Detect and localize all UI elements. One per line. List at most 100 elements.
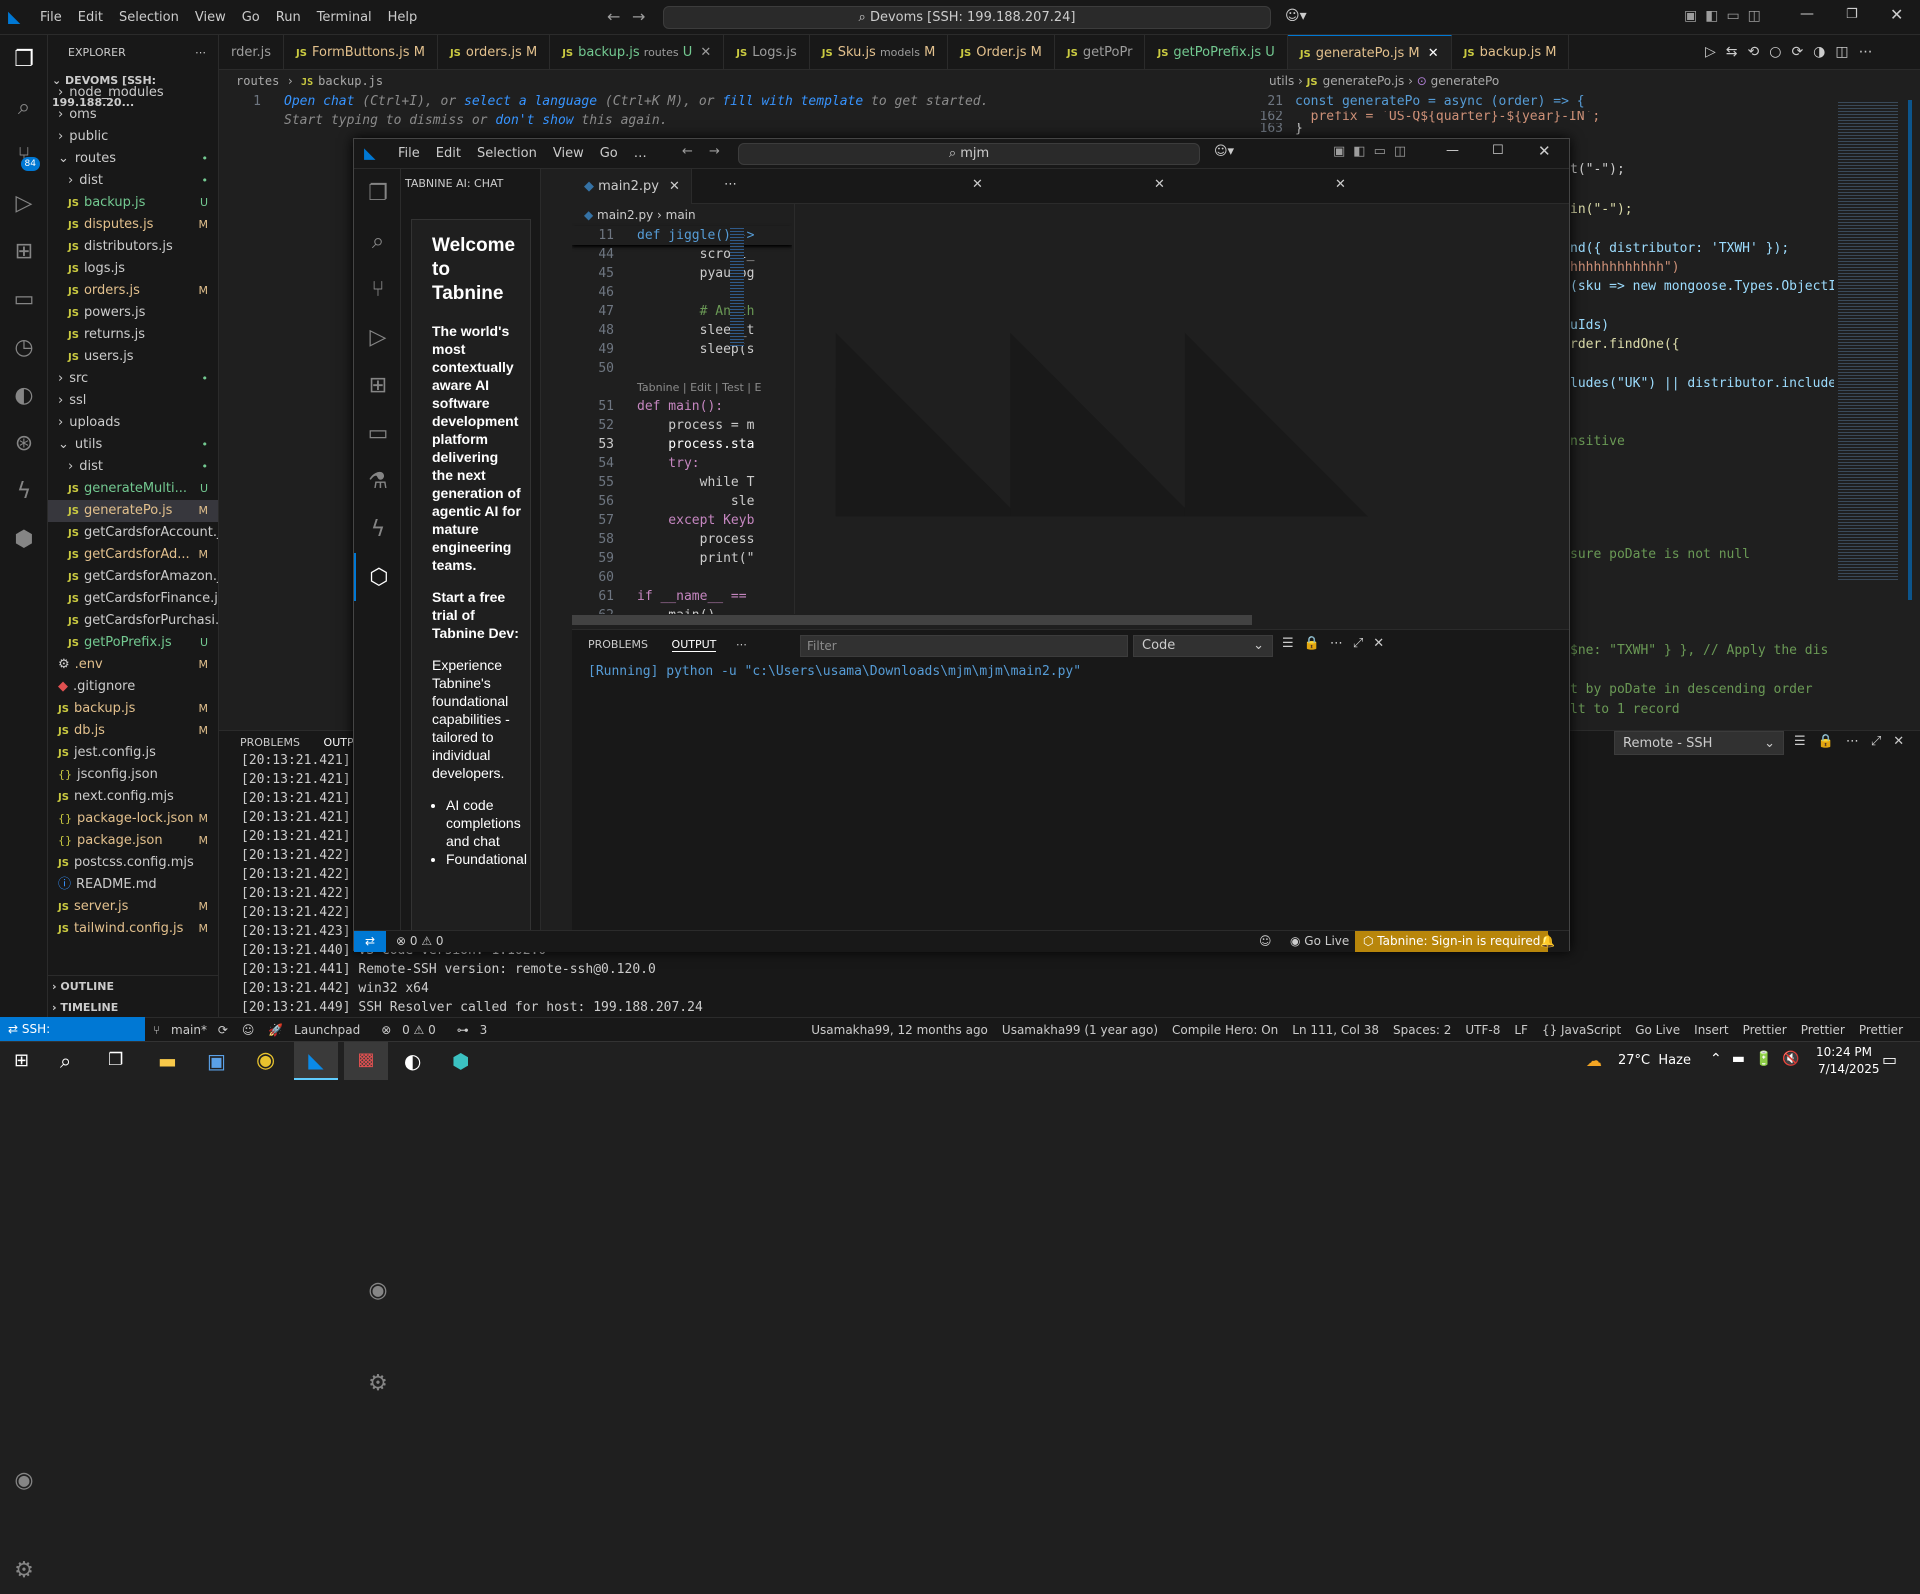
menu-run[interactable]: Run [268, 10, 309, 25]
tab-main2-py[interactable]: ◆ main2.py ✕ [572, 169, 692, 204]
tabnine-status[interactable]: ⬡ Tabnine: Sign-in is required [1355, 931, 1549, 952]
account-icon[interactable]: ◉ [0, 1456, 48, 1504]
tree-item[interactable]: JS server.js M [48, 896, 218, 918]
vscode-taskbar-icon[interactable]: ◣ [294, 1042, 338, 1080]
tree-item[interactable]: ⌄ utils • [48, 434, 218, 456]
menu-go[interactable]: Go [592, 139, 626, 169]
tree-item[interactable]: {} package-lock.json M [48, 808, 218, 830]
layout-toggle-icons[interactable]: ▣◧▭◫ [1684, 8, 1769, 24]
tab-problems[interactable]: PROBLEMS [588, 638, 648, 651]
copilot-status-icon[interactable]: ☺ [235, 1018, 262, 1042]
more-actions-icon[interactable]: ⋯ [195, 35, 206, 70]
close-tab-icon[interactable]: ✕ [1428, 46, 1439, 61]
testing-icon[interactable]: ⚗ [354, 457, 402, 505]
weather-text[interactable]: 27°C Haze [1618, 1053, 1691, 1068]
editor-tab[interactable]: JS Order.js M [948, 35, 1055, 69]
outline-section[interactable]: › OUTLINE [48, 975, 218, 997]
close-editor-icon[interactable]: ✕ [1335, 177, 1346, 192]
tree-item[interactable]: › node_modules [48, 82, 218, 104]
timeline-section[interactable]: › TIMELINE [48, 997, 218, 1017]
tree-item[interactable]: {} jsconfig.json [48, 764, 218, 786]
tree-item[interactable]: › dist • [48, 456, 218, 478]
windows-start-icon[interactable]: ⊞ [14, 1050, 29, 1071]
menu-help[interactable]: Help [380, 10, 426, 25]
tree-item[interactable]: JS powers.js [48, 302, 218, 324]
tree-item[interactable]: JS returns.js [48, 324, 218, 346]
fill-template-link[interactable]: fill with template [722, 94, 863, 109]
front-code-editor[interactable]: ◆ main2.py › main 11 def jiggle() -> 44 s… [572, 204, 792, 614]
settings-gear-icon[interactable]: ⚙ [354, 1359, 402, 1407]
problems-status[interactable]: ⊗ 0 ⚠ 0 [374, 1018, 450, 1042]
restore-icon[interactable]: ❐ [1846, 7, 1858, 22]
copilot-icon[interactable]: ☺▾ [1214, 144, 1234, 159]
tree-item[interactable]: JS logs.js [48, 258, 218, 280]
menu-selection[interactable]: Selection [111, 10, 187, 25]
branch-status[interactable]: ⑂ main* ⟳ [146, 1018, 235, 1042]
tree-item[interactable]: JS next.config.mjs [48, 786, 218, 808]
python-icon[interactable]: ⬢ [0, 515, 48, 563]
tree-item[interactable]: ◆ .gitignore [48, 676, 218, 698]
git-author-status[interactable]: Usamakha99 (1 year ago) [995, 1018, 1165, 1042]
notification-center-icon[interactable]: ▭ [1882, 1050, 1897, 1069]
app-icon[interactable]: ◐ [404, 1049, 421, 1073]
menu-more[interactable]: … [626, 139, 655, 169]
editor-tab[interactable]: rder.js [219, 35, 285, 69]
editor-tab[interactable]: JS FormButtons.js M [284, 35, 438, 69]
menu-selection[interactable]: Selection [469, 139, 545, 169]
explorer-icon[interactable]: ❐ [0, 35, 48, 83]
forward-arrow-icon[interactable]: → [632, 7, 645, 26]
minimap[interactable] [730, 226, 744, 346]
editor-actions[interactable]: ▷⇆⟲○⟳◑◫⋯ [1705, 44, 1883, 60]
lightning-icon[interactable]: ϟ [0, 467, 48, 515]
tree-item[interactable]: › ssl [48, 390, 218, 412]
minimize-icon[interactable]: — [1800, 6, 1814, 22]
tree-item[interactable]: JS db.js M [48, 720, 218, 742]
tree-item[interactable]: JS disputes.js M [48, 214, 218, 236]
search-icon[interactable]: ⌕ [0, 83, 48, 131]
lightning-icon[interactable]: ϟ [354, 505, 402, 553]
tree-item[interactable]: JS generatePo.js M [48, 500, 218, 522]
tree-item[interactable]: › src • [48, 368, 218, 390]
menu-go[interactable]: Go [234, 10, 268, 25]
source-control-icon[interactable]: ⑂ 84 [0, 131, 48, 179]
menu-file[interactable]: File [32, 10, 70, 25]
remote-explorer-icon[interactable]: ▭ [0, 275, 48, 323]
cursor-position-status[interactable]: Ln 111, Col 38 [1285, 1018, 1386, 1042]
remote-indicator[interactable]: ⇄ SSH: 199.188.207.24 [0, 1017, 145, 1060]
prettier-status[interactable]: Prettier [1852, 1018, 1910, 1042]
prettier-status[interactable]: Prettier [1736, 1018, 1794, 1042]
search-icon[interactable]: ⌕ [60, 1049, 71, 1073]
prettier-status[interactable]: Prettier [1794, 1018, 1852, 1042]
horizontal-scrollbar[interactable] [572, 615, 1252, 625]
forward-arrow-icon[interactable]: → [709, 144, 720, 159]
menu-terminal[interactable]: Terminal [309, 10, 380, 25]
tabnine-icon[interactable]: ⬡ [354, 553, 402, 601]
git-blame-status[interactable]: Usamakha99, 12 months ago [804, 1018, 995, 1042]
problems-status[interactable]: ⊗ 0 ⚠ 0 [396, 934, 444, 948]
minimize-icon[interactable]: — [1446, 143, 1459, 158]
tree-item[interactable]: ⓘ README.md [48, 874, 218, 896]
extensions-icon[interactable]: ⊞ [0, 227, 48, 275]
tree-item[interactable]: ⌄ routes • [48, 148, 218, 170]
close-window-icon[interactable]: ✕ [1538, 142, 1551, 160]
tree-item[interactable]: JS distributors.js [48, 236, 218, 258]
clock-time[interactable]: 10:24 PM [1816, 1045, 1872, 1059]
tree-item[interactable]: JS getPoPrefix.js U [48, 632, 218, 654]
zoom-taskbar-icon[interactable]: ▩ [344, 1042, 388, 1080]
notifications-icon[interactable]: 🔔 [1540, 934, 1555, 948]
editor-tab[interactable]: JS backup.js M [1452, 35, 1570, 69]
search-icon[interactable]: ⌕ [354, 217, 402, 265]
tree-item[interactable]: JS generateMulti... U [48, 478, 218, 500]
editor-tab[interactable]: JS backup.js routes U ✕ [550, 35, 725, 69]
menu-file[interactable]: File [390, 139, 428, 169]
tree-item[interactable]: JS users.js [48, 346, 218, 368]
back-arrow-icon[interactable]: ← [682, 144, 693, 159]
settings-gear-icon[interactable]: ⚙ [0, 1546, 48, 1594]
menu-edit[interactable]: Edit [70, 10, 111, 25]
minimap[interactable] [1834, 100, 1920, 720]
close-tab-icon[interactable]: ✕ [669, 179, 680, 194]
tree-item[interactable]: JS getCardsforAmazon.js [48, 566, 218, 588]
output-channel-select[interactable]: Code ⌄ [1133, 635, 1273, 657]
layout-toggle-icons[interactable]: ▣◧▭◫ [1333, 144, 1414, 159]
editor-tab[interactable]: JS Sku.js models M [810, 35, 949, 69]
